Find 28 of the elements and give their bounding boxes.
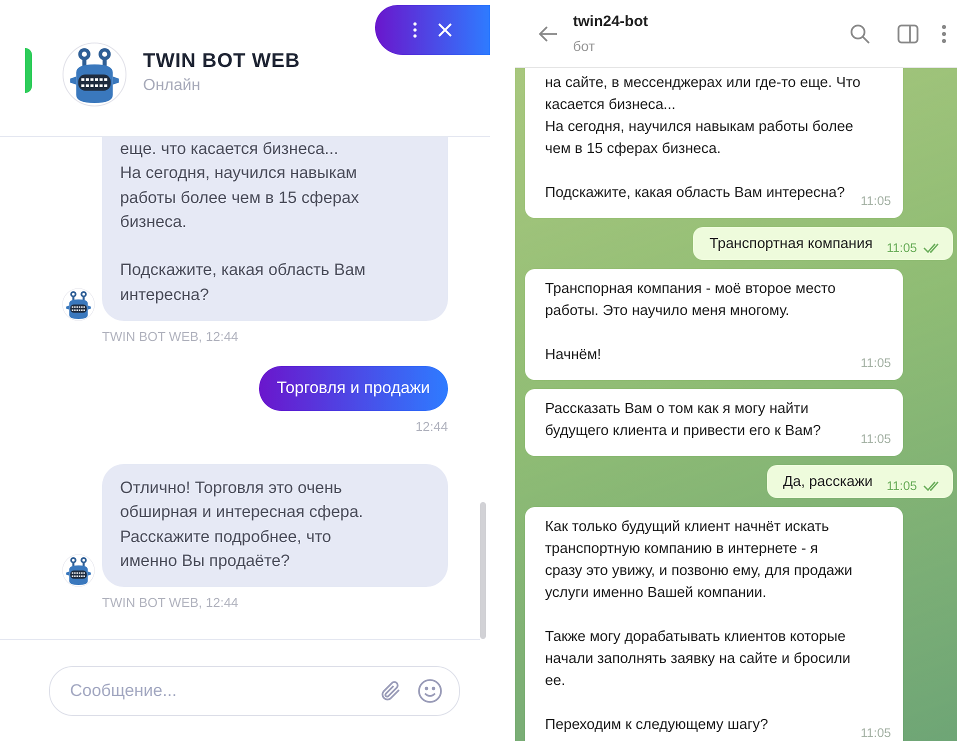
message-time: 12:44 <box>415 419 448 434</box>
outgoing-message: Транспортная компания 11:05 <box>693 227 953 260</box>
more-icon[interactable] <box>412 22 416 38</box>
message-field[interactable]: Сообщение... <box>49 666 460 716</box>
message-input[interactable]: Сообщение... <box>68 680 365 702</box>
bot-label: бот <box>573 38 596 54</box>
close-icon[interactable] <box>436 22 452 38</box>
incoming-message: Рассказать Вам о том как я могу найти будущего клиента и привести его к Вам? 11:05 <box>525 389 903 456</box>
bot-avatar <box>62 42 127 107</box>
message-meta: TWIN BOT WEB, 12:44 <box>102 329 238 344</box>
bot-message: еще. что касается бизнеса... На сегодня, научился навыкам работы более чем в 15 сферах бизнеса. Подскажите, какая область Вам интересна? <box>102 137 448 322</box>
incoming-message: на сайте, в мессенджерах или где-то еще. Что касается бизнеса... На сегодня, научился навыкам работы более чем в 15 сферах бизнеса. Подскажите, какая область Вам интересна? 11:05 <box>525 68 903 218</box>
incoming-message: Как только будущий клиент начнёт искать транспортную компанию в интернете - я сразу это увижу, и позвоню ему, для продажи услуги именно Вашей компании. Также могу дорабатывать клиентов которые начали заполнять заявку на сайте и бросили ее. Переходим к следующему шагу? 11:05 <box>525 507 903 741</box>
emoji-icon[interactable] <box>417 678 443 704</box>
outgoing-message: Да, расскажи 11:05 <box>766 465 953 498</box>
user-message: Торговля и продажи <box>258 366 448 412</box>
incoming-message: Транспорная компания - моё второе место работы. Это научило меня многому. Начнём! 11:05 <box>525 269 903 380</box>
more-icon[interactable] <box>941 24 947 44</box>
bot-avatar <box>62 288 95 322</box>
online-status: Онлайн <box>143 77 202 95</box>
sidebar-toggle-icon[interactable] <box>897 24 919 44</box>
search-icon[interactable] <box>849 22 871 44</box>
message-meta: TWIN BOT WEB, 12:44 <box>102 595 238 610</box>
chat-title: TWIN BOT WEB <box>143 50 302 73</box>
bot-avatar <box>62 554 95 588</box>
scrollbar-thumb[interactable] <box>480 502 486 639</box>
bot-name: twin24-bot <box>573 13 649 30</box>
bot-message: Отлично! Торговля это очень обширная и интересная сфера. Расскажите подробнее, что именно Вы продаёте? <box>102 464 448 588</box>
